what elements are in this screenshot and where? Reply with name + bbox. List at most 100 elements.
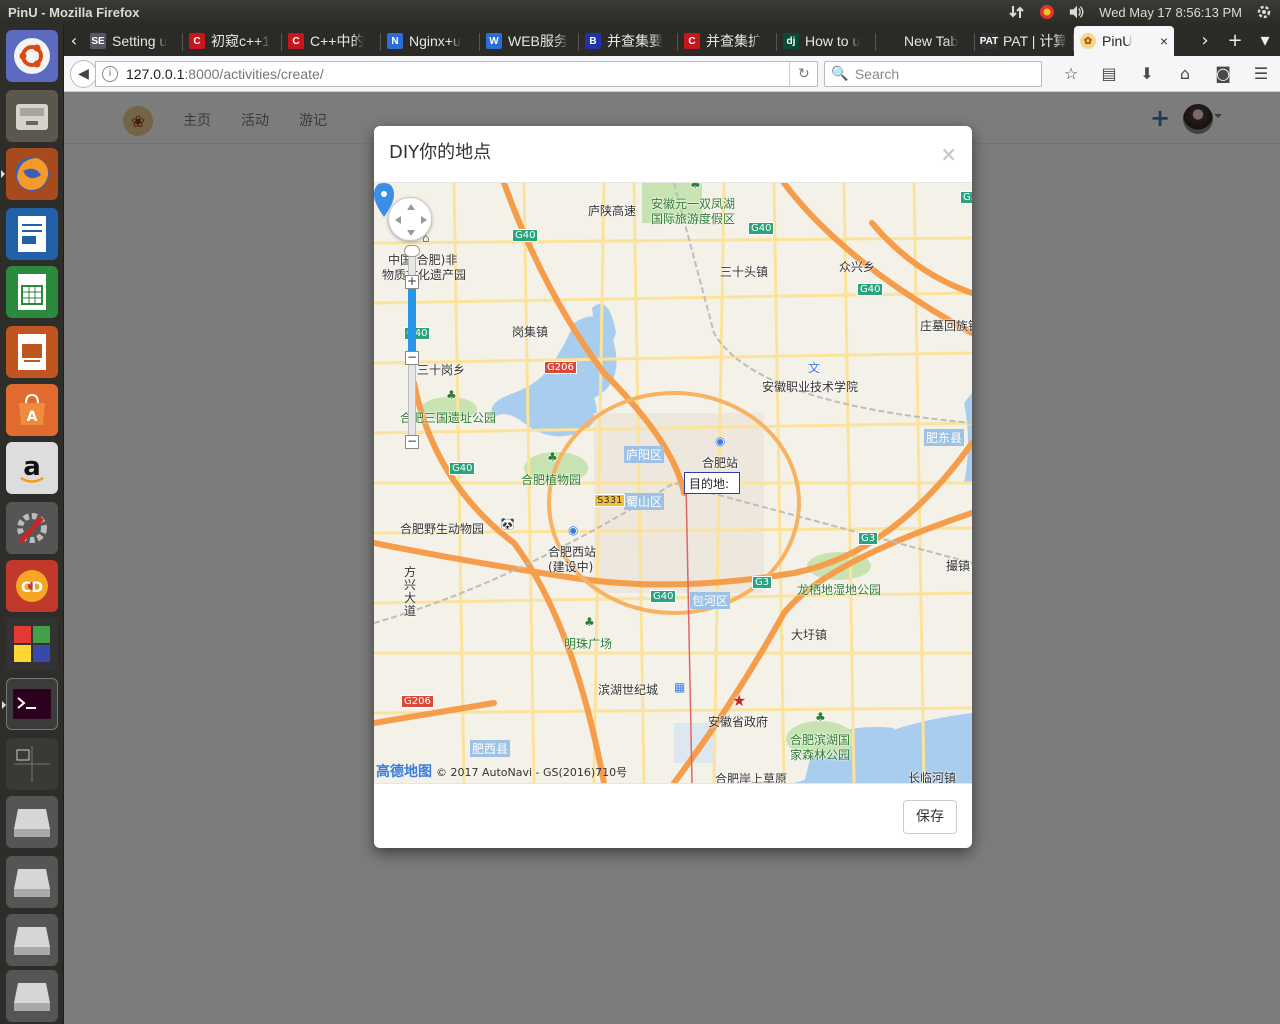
tab-list-icon[interactable]: ▾ bbox=[1250, 30, 1280, 51]
zoom-slider[interactable]: + − − bbox=[404, 245, 420, 449]
back-button[interactable]: ◀ bbox=[70, 59, 97, 88]
location-pin-icon[interactable] bbox=[374, 183, 394, 217]
drive-icon[interactable] bbox=[6, 856, 58, 908]
government-star-icon: ★ bbox=[732, 691, 747, 710]
browser-tab[interactable]: PAT PAT | 计算 bbox=[975, 26, 1074, 56]
nav-toolbar: ◀ i 127.0.0.1:8000/activities/create/ ↻ … bbox=[64, 56, 1280, 92]
browser-tab[interactable]: dj How to u bbox=[777, 26, 876, 56]
browser-tab[interactable]: SE Setting u bbox=[84, 26, 183, 56]
road-shield: G40 bbox=[449, 462, 476, 475]
firefox-icon[interactable] bbox=[1, 148, 58, 200]
bookmarks-menu-icon[interactable]: ▤ bbox=[1090, 64, 1128, 83]
map-label: 明珠广场 bbox=[564, 637, 613, 651]
disc-burner-icon[interactable]: CD bbox=[6, 560, 58, 612]
tab-label: 并查集要 bbox=[607, 33, 663, 49]
bookmark-star-icon[interactable]: ☆ bbox=[1052, 64, 1090, 83]
tab-label: 并查集扩 bbox=[706, 33, 762, 49]
files-icon[interactable] bbox=[6, 90, 58, 142]
svg-text:A: A bbox=[27, 409, 38, 425]
input-method-icon[interactable] bbox=[1039, 4, 1055, 20]
map-canvas[interactable]: 庐陕高速 安徽元一双凤湖 国际旅游度假区 三十头镇 众兴乡 中国(合肥)非 物质… bbox=[374, 183, 972, 783]
volume-icon[interactable] bbox=[1069, 4, 1085, 20]
park-icon: ♣ bbox=[584, 615, 595, 629]
map-label: 家森林公园 bbox=[790, 748, 851, 762]
system-settings-icon[interactable] bbox=[6, 502, 58, 554]
tab-favicon-icon: SE bbox=[90, 33, 106, 49]
zoom-handle[interactable] bbox=[404, 245, 420, 257]
train-station-icon: ◉ bbox=[715, 434, 726, 448]
browser-tab[interactable]: New Tab bbox=[876, 26, 975, 56]
map-label: 安徽省政府 bbox=[708, 715, 769, 729]
pan-control[interactable] bbox=[388, 197, 432, 241]
window-title: PinU - Mozilla Firefox bbox=[8, 4, 140, 20]
tab-active[interactable]: ✿ PinU × bbox=[1074, 26, 1174, 56]
gear-icon[interactable] bbox=[1256, 4, 1272, 20]
url-bar[interactable]: i 127.0.0.1:8000/activities/create/ ↻ bbox=[95, 60, 819, 87]
drive-icon[interactable] bbox=[6, 914, 58, 966]
map-label: 肥西县 bbox=[470, 740, 511, 757]
tab-favicon-icon bbox=[882, 33, 898, 49]
clock[interactable]: Wed May 17 8:56:13 PM bbox=[1099, 5, 1242, 20]
tab-label: C++中的 bbox=[310, 33, 365, 49]
amap-logo[interactable]: 高德地图 bbox=[376, 764, 432, 780]
workspace-switcher-icon[interactable] bbox=[6, 618, 58, 670]
building-icon: ▦ bbox=[674, 680, 686, 694]
site-info-icon[interactable]: i bbox=[102, 65, 118, 82]
tab-favicon-icon: C bbox=[684, 33, 700, 49]
park-icon: ♣ bbox=[547, 450, 558, 464]
map-label: 物质文化遗产园 bbox=[382, 268, 467, 282]
workspaces-icon[interactable] bbox=[6, 738, 58, 790]
map-label: 肥东县 bbox=[924, 429, 965, 446]
close-icon[interactable]: × bbox=[940, 142, 957, 166]
zoom-out-button[interactable]: − bbox=[405, 351, 419, 365]
impress-icon[interactable] bbox=[6, 326, 58, 378]
network-icon[interactable] bbox=[1009, 4, 1025, 20]
road-shield: G3 bbox=[858, 532, 879, 545]
hamburger-menu-icon[interactable]: ☰ bbox=[1242, 64, 1280, 83]
map-label: 三十岗乡 bbox=[417, 363, 466, 377]
tab-label: Setting u bbox=[112, 33, 168, 49]
trash-icon[interactable] bbox=[6, 970, 58, 1022]
save-button[interactable]: 保存 bbox=[903, 800, 957, 834]
ubuntu-dash-icon[interactable] bbox=[6, 30, 58, 82]
calc-icon[interactable] bbox=[6, 266, 58, 318]
map-label: 龙栖地湿地公园 bbox=[797, 583, 882, 597]
svg-text:a: a bbox=[23, 452, 41, 482]
browser-tab[interactable]: B 并查集要 bbox=[579, 26, 678, 56]
tab-scroll-left-icon[interactable]: ‹ bbox=[64, 24, 84, 56]
home-icon[interactable]: ⌂ bbox=[1166, 64, 1204, 83]
terminal-icon[interactable] bbox=[2, 678, 58, 730]
map-label: 包河区 bbox=[690, 592, 731, 609]
downloads-icon[interactable]: ⬇ bbox=[1128, 64, 1166, 83]
drive-icon[interactable] bbox=[6, 796, 58, 848]
browser-tab[interactable]: N Nginx+u bbox=[381, 26, 480, 56]
map-label: 庐陕高速 bbox=[588, 204, 637, 218]
zoom-in-button[interactable]: + bbox=[405, 275, 419, 289]
map-label: 三十头镇 bbox=[720, 265, 769, 279]
new-tab-icon[interactable]: + bbox=[1220, 30, 1250, 51]
road-shield: G40 bbox=[650, 590, 677, 603]
url-host: 127.0.0.1 bbox=[126, 65, 185, 82]
search-placeholder: Search bbox=[854, 65, 900, 82]
browser-tab[interactable]: C 初窥c++1 bbox=[183, 26, 282, 56]
map-label: 滨湖世纪城 bbox=[598, 683, 659, 697]
search-input[interactable]: 🔍 Search bbox=[824, 60, 1042, 87]
park-icon: ♣ bbox=[815, 710, 826, 724]
tab-label: WEB服务 bbox=[508, 33, 568, 49]
software-center-icon[interactable]: A bbox=[6, 384, 58, 436]
modal-title: DIY你的地点 bbox=[389, 142, 492, 163]
pocket-icon[interactable]: ◙ bbox=[1204, 64, 1242, 83]
writer-icon[interactable] bbox=[6, 208, 58, 260]
road-shield: G3 bbox=[960, 191, 972, 204]
tab-scroll-right-icon[interactable]: › bbox=[1190, 30, 1220, 51]
tab-label: PAT | 计算 bbox=[1003, 33, 1068, 49]
browser-tab[interactable]: W WEB服务 bbox=[480, 26, 579, 56]
amazon-icon[interactable]: a bbox=[6, 442, 58, 494]
browser-tab[interactable]: C C++中的 bbox=[282, 26, 381, 56]
panda-icon: 🐼 bbox=[500, 517, 515, 531]
park-icon: ♣ bbox=[690, 183, 701, 191]
zoom-min-button[interactable]: − bbox=[405, 435, 419, 449]
close-tab-icon[interactable]: × bbox=[1160, 33, 1168, 49]
reload-icon[interactable]: ↻ bbox=[789, 61, 817, 86]
browser-tab[interactable]: C 并查集扩 bbox=[678, 26, 777, 56]
